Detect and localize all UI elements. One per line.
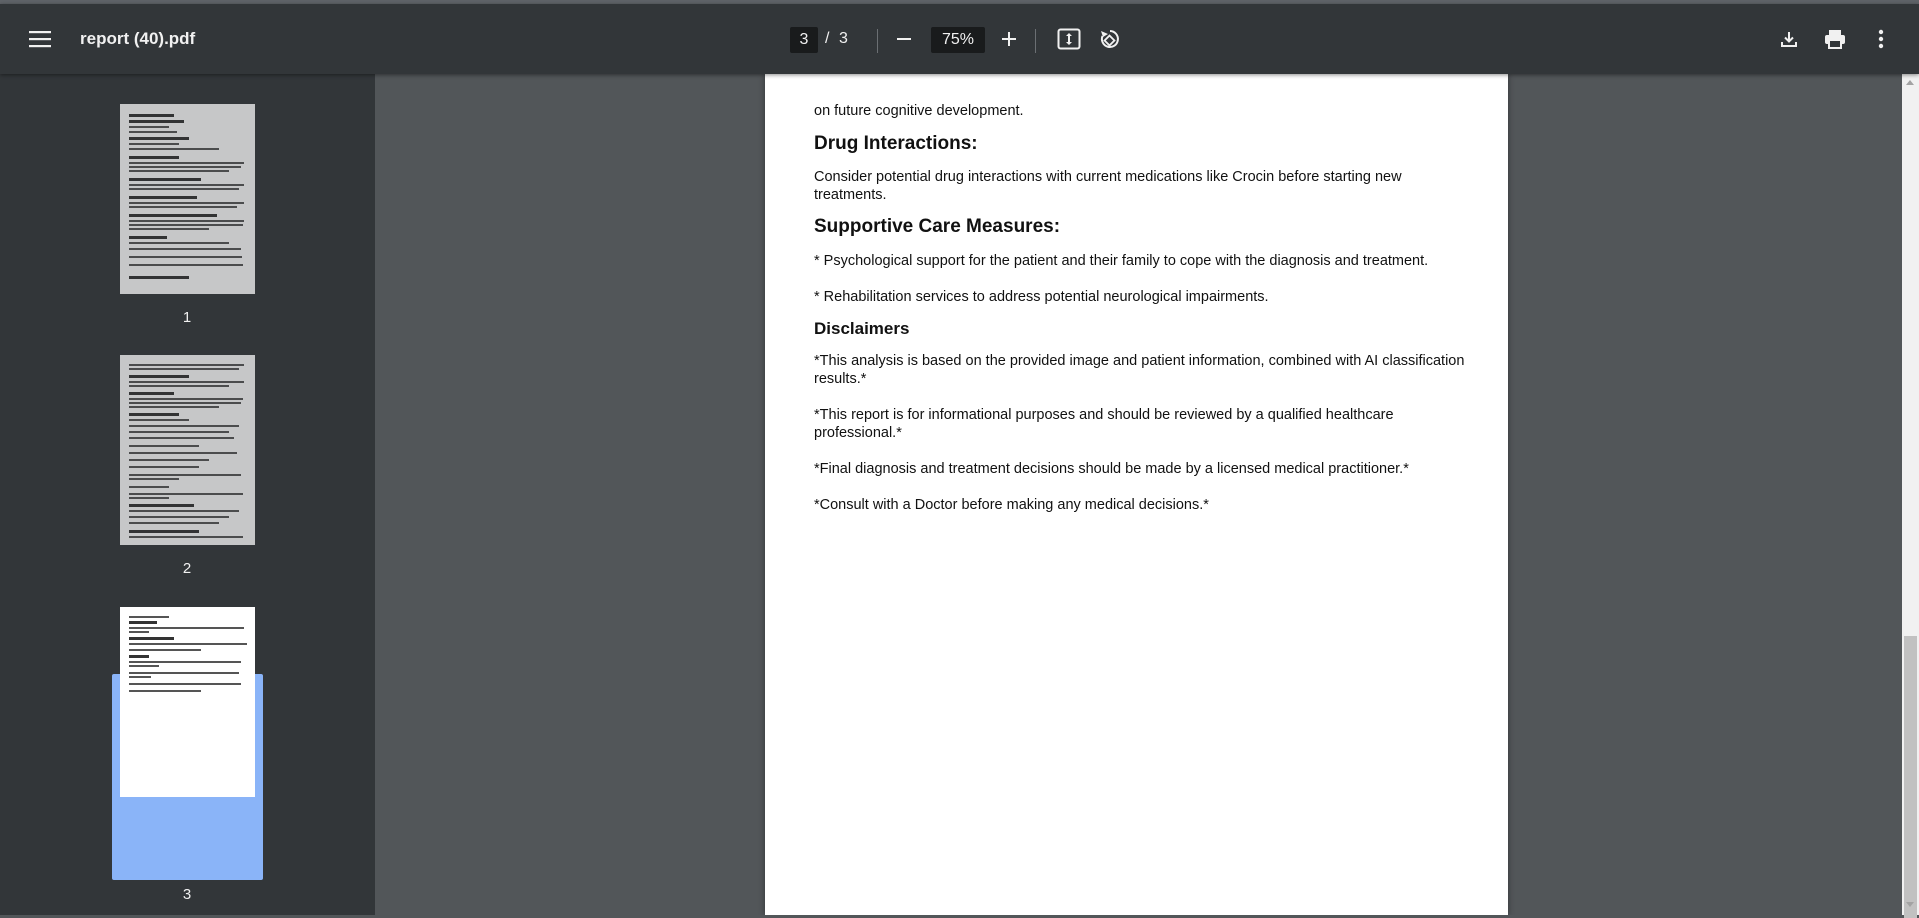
rotate-icon (1100, 30, 1119, 48)
continued-paragraph: on future cognitive development. (814, 103, 1024, 119)
download-icon (1781, 32, 1797, 47)
toolbar-divider (877, 29, 878, 53)
rotate-button[interactable] (1090, 19, 1130, 59)
page-thumbnail-2[interactable] (120, 355, 255, 545)
document-title: report (40).pdf (80, 29, 196, 48)
page-number-input[interactable] (790, 27, 818, 53)
disclaimer-item: *Consult with a Doctor before making any… (814, 497, 1209, 513)
toolbar-divider (1035, 29, 1036, 53)
zoom-in-icon (1002, 32, 1016, 46)
zoom-out-button[interactable] (884, 19, 924, 59)
print-icon (1825, 30, 1845, 49)
menu-icon (29, 31, 51, 48)
more-vert-icon (1878, 29, 1884, 49)
disclaimer-item: *This report is for informational purpos… (814, 407, 1394, 441)
page-thumbnail-1[interactable] (120, 104, 255, 294)
drug-interactions-text: Consider potential drug interactions wit… (814, 169, 1402, 203)
supportive-care-item: * Rehabilitation services to address pot… (814, 289, 1269, 305)
disclaimer-item: *Final diagnosis and treatment decisions… (814, 461, 1409, 477)
zoom-in-button[interactable] (989, 19, 1029, 59)
supportive-care-heading: Supportive Care Measures: (814, 216, 1061, 237)
download-button[interactable] (1769, 19, 1809, 59)
total-pages: 3 (839, 30, 848, 47)
thumbnail-number: 3 (182, 886, 192, 903)
drug-interactions-heading: Drug Interactions: (814, 133, 978, 154)
pdf-page-3: on future cognitive development. Drug In… (765, 74, 1508, 915)
disclaimer-item: *This analysis is based on the provided … (814, 353, 1465, 387)
more-actions-button[interactable] (1861, 19, 1901, 59)
zoom-out-icon (897, 38, 911, 40)
supportive-care-item: * Psychological support for the patient … (814, 253, 1429, 269)
thumbnail-number: 1 (182, 309, 192, 326)
page-thumbnail-3[interactable] (120, 607, 255, 797)
document-viewer[interactable]: on future cognitive development. Drug In… (375, 74, 1902, 915)
scroll-down-icon[interactable] (1906, 902, 1914, 907)
print-button[interactable] (1815, 19, 1855, 59)
zoom-level-input[interactable] (931, 27, 985, 53)
page-separator: / (825, 30, 830, 47)
fit-page-icon (1057, 28, 1081, 50)
scrollbar-thumb[interactable] (1904, 636, 1917, 918)
vertical-scrollbar[interactable] (1902, 74, 1919, 918)
pdf-toolbar: report (40).pdf / 3 (0, 4, 1919, 74)
thumbnail-sidebar: 1 2 3 (0, 74, 375, 915)
thumbnail-number: 2 (182, 560, 192, 577)
scroll-up-icon[interactable] (1906, 80, 1914, 85)
disclaimers-heading: Disclaimers (814, 319, 910, 338)
fit-to-page-button[interactable] (1049, 19, 1089, 59)
menu-button[interactable] (20, 19, 60, 59)
